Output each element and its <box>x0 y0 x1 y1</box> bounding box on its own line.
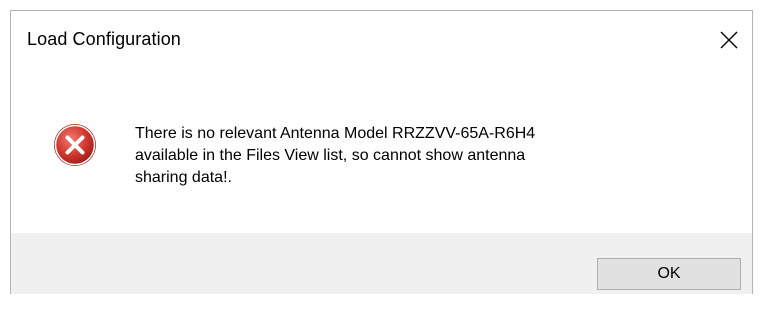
button-bar: OK <box>11 233 752 294</box>
close-icon <box>720 31 738 49</box>
message-dialog: Load Configuration There is no relevant … <box>10 10 753 294</box>
title-bar: Load Configuration <box>11 11 752 71</box>
message-line-1: There is no relevant Antenna Model RRZZV… <box>135 125 536 142</box>
ok-button[interactable]: OK <box>597 258 741 290</box>
close-button[interactable] <box>706 11 752 69</box>
dialog-title: Load Configuration <box>27 29 181 49</box>
error-message: There is no relevant Antenna Model RRZZV… <box>135 123 695 189</box>
error-icon <box>54 124 96 166</box>
message-line-3: sharing data!. <box>135 169 232 186</box>
dialog-content: There is no relevant Antenna Model RRZZV… <box>11 71 752 233</box>
message-line-2: available in the Files View list, so can… <box>135 147 526 164</box>
